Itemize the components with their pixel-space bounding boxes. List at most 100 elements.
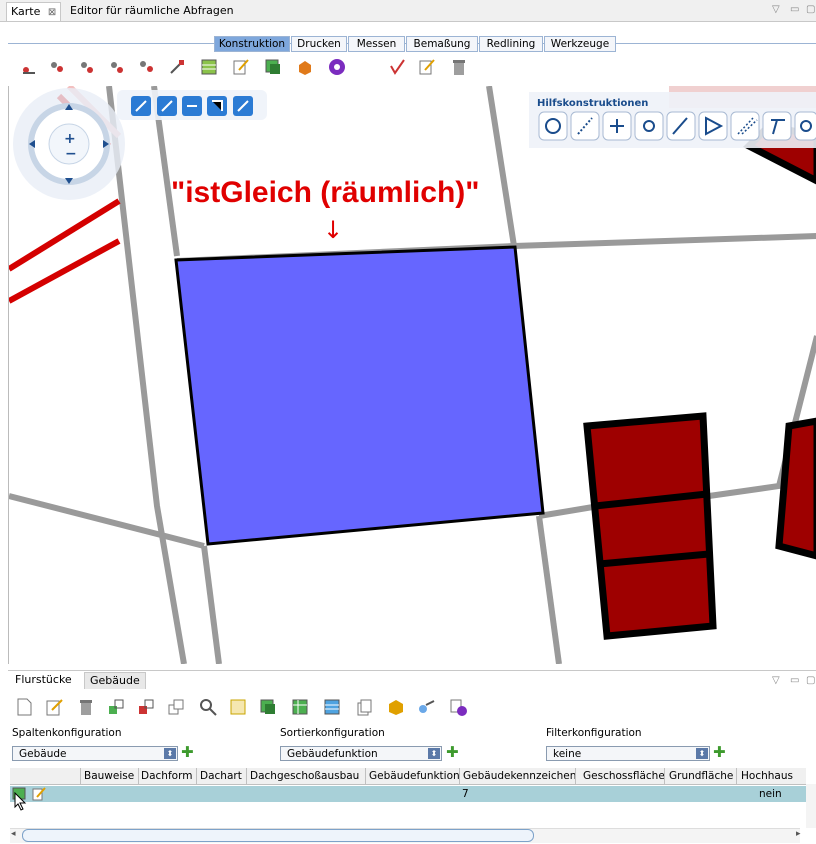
column-divider xyxy=(736,768,737,784)
svg-text:−: − xyxy=(65,146,77,162)
spalten-label: Spaltenkonfiguration xyxy=(12,727,122,739)
add-sortier-icon[interactable]: ✚ xyxy=(446,745,459,760)
search-icon[interactable] xyxy=(198,697,218,717)
column-divider xyxy=(459,768,460,784)
hilfskonstruktionen-panel: Hilfskonstruktionen xyxy=(529,92,816,148)
column-divider xyxy=(246,768,247,784)
col-dachgeschossausbau[interactable]: Dachgeschoßausbau xyxy=(250,770,359,782)
selected-polygon[interactable] xyxy=(174,245,545,546)
panel-maximize-icon[interactable]: ▢ xyxy=(806,675,815,686)
col-grundflaeche[interactable]: Grundfläche xyxy=(669,770,733,782)
hilfs-title: Hilfskonstruktionen xyxy=(537,98,648,109)
radiation-icon[interactable] xyxy=(328,58,346,76)
col-hochhaus[interactable]: Hochhaus xyxy=(741,770,793,782)
spalten-select[interactable]: Gebäude ⬍ xyxy=(12,746,178,761)
chevron-down-icon[interactable]: ⬍ xyxy=(696,748,708,759)
ribbon-tab-redlining[interactable]: Redlining xyxy=(479,36,543,52)
layer-stack-icon[interactable] xyxy=(264,58,282,76)
point-move-icon[interactable] xyxy=(78,58,96,76)
maximize-icon[interactable]: ▢ xyxy=(806,4,815,15)
point-delete-icon[interactable] xyxy=(108,58,126,76)
filter-label: Filterkonfiguration xyxy=(546,727,642,739)
check-pen-icon[interactable] xyxy=(388,58,406,76)
view-menu-icon[interactable]: ▽ xyxy=(772,4,780,15)
col-geschossflaeche[interactable]: Geschossfläche xyxy=(583,770,665,782)
table-export-icon[interactable] xyxy=(290,697,310,717)
edit-row-icon[interactable] xyxy=(32,787,46,801)
map-canvas[interactable]: + − Hilfskonstruktionen "istGleich (räum… xyxy=(9,86,816,664)
cell-hochhaus: nein xyxy=(759,788,782,800)
cell-gebaeudefunktion: 7 xyxy=(462,788,469,800)
copy-icon[interactable] xyxy=(354,697,374,717)
edit-icon[interactable] xyxy=(44,697,64,717)
tab-karte[interactable]: Karte ⊠ xyxy=(6,2,62,21)
deselect-feature-icon[interactable] xyxy=(136,697,156,717)
layer-icon[interactable] xyxy=(258,697,278,717)
point-add-icon[interactable] xyxy=(48,58,66,76)
chevron-down-icon[interactable]: ⬍ xyxy=(164,748,176,759)
col-gebaeudekennzeichen[interactable]: Gebäudekennzeichen xyxy=(463,770,576,782)
table-row[interactable] xyxy=(10,786,806,802)
column-divider xyxy=(365,768,366,784)
col-dachform[interactable]: Dachform xyxy=(141,770,192,782)
select-feature-icon[interactable] xyxy=(106,697,126,717)
edit-document-icon[interactable] xyxy=(232,58,250,76)
column-divider xyxy=(575,768,576,784)
ribbon-tab-werkzeuge[interactable]: Werkzeuge xyxy=(544,36,616,52)
table-icon[interactable] xyxy=(322,697,342,717)
column-divider xyxy=(196,768,197,784)
col-gebaeudefunktion[interactable]: Gebäudefunktion xyxy=(369,770,460,782)
sortier-select-value: Gebäudefunktion xyxy=(287,748,378,760)
spalten-select-value: Gebäude xyxy=(19,748,67,760)
trash-icon[interactable] xyxy=(450,58,468,76)
add-record-icon[interactable] xyxy=(448,697,468,717)
filter-select-value: keine xyxy=(553,748,582,760)
layer-table-icon[interactable] xyxy=(200,58,218,76)
panel-minimize-icon[interactable]: ▭ xyxy=(790,675,799,686)
edit-note-icon[interactable] xyxy=(418,58,436,76)
hilfs-tools[interactable] xyxy=(538,111,816,141)
sortier-label: Sortierkonfiguration xyxy=(280,727,385,739)
add-spalten-icon[interactable]: ✚ xyxy=(181,745,194,760)
annotation-arrow: ↓ xyxy=(323,216,343,244)
new-document-icon[interactable] xyxy=(14,697,34,717)
sortier-select[interactable]: Gebäudefunktion ⬍ xyxy=(280,746,442,761)
chevron-down-icon[interactable]: ⬍ xyxy=(428,748,440,759)
mouse-cursor-icon xyxy=(14,792,27,811)
point-group-icon[interactable] xyxy=(138,58,156,76)
column-divider xyxy=(664,768,665,784)
filter-select[interactable]: keine ⬍ xyxy=(546,746,710,761)
map-view[interactable]: + − Hilfskonstruktionen "istGleich (räum… xyxy=(8,86,816,664)
export-icon[interactable] xyxy=(416,697,436,717)
ribbon-tab-bemassung[interactable]: Bemaßung xyxy=(406,36,478,52)
buildings xyxy=(583,122,816,640)
scroll-left-icon[interactable]: ◂ xyxy=(11,829,16,839)
navigation-control[interactable]: + − xyxy=(13,88,125,200)
point-layer-icon[interactable] xyxy=(20,58,38,76)
svg-text:+: + xyxy=(64,131,76,147)
add-filter-icon[interactable]: ✚ xyxy=(713,745,726,760)
panel-view-menu-icon[interactable]: ▽ xyxy=(772,675,780,686)
line-split-icon[interactable] xyxy=(168,58,186,76)
ribbon-tab-konstruktion[interactable]: Konstruktion xyxy=(214,36,290,52)
tab-flurstuecke[interactable]: Flurstücke xyxy=(10,672,77,688)
tab-karte-label: Karte xyxy=(11,5,41,18)
tab-gebaeude[interactable]: Gebäude xyxy=(84,672,146,689)
tab-editor[interactable]: Editor für räumliche Abfragen xyxy=(66,2,238,20)
close-icon[interactable]: ⊠ xyxy=(48,7,56,18)
scroll-right-icon[interactable]: ▸ xyxy=(796,829,801,839)
ribbon-tab-messen[interactable]: Messen xyxy=(348,36,405,52)
package-icon[interactable] xyxy=(296,58,314,76)
ribbon-tab-drucken[interactable]: Drucken xyxy=(291,36,347,52)
box-icon[interactable] xyxy=(386,697,406,717)
horizontal-scroll-thumb[interactable] xyxy=(22,829,534,842)
map-zoom-buttons[interactable] xyxy=(117,90,267,120)
col-dachart[interactable]: Dachart xyxy=(200,770,242,782)
copy-feature-icon[interactable] xyxy=(166,697,186,717)
delete-icon[interactable] xyxy=(76,697,96,717)
annotation-label: "istGleich (räumlich)" xyxy=(171,176,480,209)
zoom-to-feature-icon[interactable] xyxy=(228,697,248,717)
minimize-icon[interactable]: ▭ xyxy=(790,4,799,15)
col-bauweise[interactable]: Bauweise xyxy=(84,770,134,782)
vertical-scrollbar[interactable] xyxy=(806,784,816,828)
